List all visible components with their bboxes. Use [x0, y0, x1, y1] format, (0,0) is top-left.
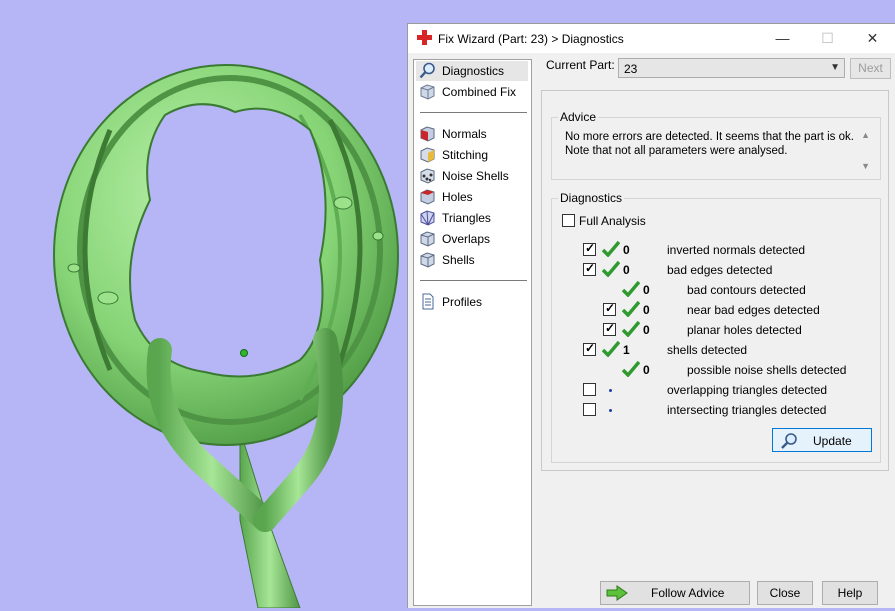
minimize-button[interactable]: —: [760, 24, 805, 53]
pending-dot-icon: [609, 389, 612, 392]
green-check-icon: [622, 361, 640, 377]
nav-item-diagnostics[interactable]: Diagnostics: [416, 61, 528, 81]
red-cross-icon: [417, 30, 432, 45]
follow-advice-button[interactable]: Follow Advice: [600, 581, 750, 605]
green-arrow-icon: [606, 585, 628, 601]
nav-item-holes[interactable]: Holes: [416, 187, 528, 207]
magnifier-icon: [781, 433, 797, 449]
shells-count: 1: [623, 343, 630, 357]
bad-edges-label: bad edges detected: [667, 263, 773, 277]
close-button[interactable]: Close: [757, 581, 813, 605]
normals-cube-icon: [420, 126, 435, 142]
green-check-icon: [622, 301, 640, 317]
advice-text-box[interactable]: No more errors are detected. It seems th…: [560, 128, 872, 176]
bad-edges-checkbox[interactable]: [583, 261, 596, 276]
advice-title: Advice: [558, 110, 599, 124]
inverted-normals-checkbox[interactable]: [583, 241, 596, 256]
stethoscope-model: [53, 64, 399, 609]
fix-wizard-dialog: Fix Wizard (Part: 23) > Diagnostics — ☐ …: [407, 23, 895, 608]
intersecting-triangles-label: intersecting triangles detected: [667, 403, 827, 417]
current-part-label: Current Part:: [546, 58, 615, 72]
update-label: Update: [813, 434, 852, 448]
update-button[interactable]: Update: [772, 428, 872, 452]
scroll-up-icon[interactable]: ▲: [861, 130, 870, 140]
nav-divider: [420, 280, 527, 281]
advice-line-1: No more errors are detected. It seems th…: [565, 131, 854, 143]
diagnostics-panel: Advice No more errors are detected. It s…: [541, 90, 889, 471]
nav-item-shells[interactable]: Shells: [416, 250, 528, 270]
chevron-down-icon: ▼: [830, 62, 840, 73]
pending-dot-icon: [609, 409, 612, 412]
green-check-icon: [622, 281, 640, 297]
near-bad-edges-label: near bad edges detected: [687, 303, 820, 317]
triangles-cube-icon: [420, 210, 435, 226]
intersecting-triangles-checkbox[interactable]: [583, 403, 596, 416]
nav-item-stitching[interactable]: Stitching: [416, 145, 528, 165]
shells-checkbox[interactable]: [583, 341, 596, 356]
follow-advice-label: Follow Advice: [651, 586, 725, 600]
maximize-button[interactable]: ☐: [805, 24, 850, 53]
bad-contours-label: bad contours detected: [687, 283, 806, 297]
planar-holes-label: planar holes detected: [687, 323, 802, 337]
overlaps-cube-icon: [420, 231, 435, 247]
shells-cube-icon: [420, 252, 435, 268]
cube-icon: [420, 84, 435, 100]
help-button[interactable]: Help: [822, 581, 878, 605]
dialog-title: Fix Wizard (Part: 23) > Diagnostics: [438, 32, 624, 46]
close-window-button[interactable]: ✕: [850, 24, 895, 53]
noise-cube-icon: [420, 168, 435, 184]
near-bad-edges-checkbox[interactable]: [603, 301, 616, 316]
advice-group: Advice No more errors are detected. It s…: [551, 110, 881, 180]
title-bar[interactable]: Fix Wizard (Part: 23) > Diagnostics — ☐ …: [408, 24, 895, 53]
nav-divider: [420, 112, 527, 113]
diagnostics-title: Diagnostics: [558, 191, 625, 205]
nav-item-triangles[interactable]: Triangles: [416, 208, 528, 228]
nav-item-noise-shells[interactable]: Noise Shells: [416, 166, 528, 186]
stitching-cube-icon: [420, 147, 435, 163]
3d-viewport[interactable]: [0, 0, 410, 609]
inverted-normals-label: inverted normals detected: [667, 243, 806, 257]
green-check-icon: [602, 261, 620, 277]
shells-label: shells detected: [667, 343, 748, 357]
near-bad-edges-count: 0: [643, 303, 650, 317]
magnifier-icon: [419, 62, 435, 79]
overlapping-triangles-label: overlapping triangles detected: [667, 383, 828, 397]
planar-holes-count: 0: [643, 323, 650, 337]
diagnostics-group: Diagnostics Full Analysis 0 inverted nor…: [551, 191, 881, 463]
inverted-normals-count: 0: [623, 243, 630, 257]
next-button[interactable]: Next: [850, 58, 891, 79]
wizard-nav: Diagnostics Combined Fix Normals Stitchi…: [413, 59, 532, 606]
nav-item-profiles[interactable]: Profiles: [416, 292, 528, 312]
bad-contours-count: 0: [643, 283, 650, 297]
current-part-value: 23: [624, 62, 638, 76]
green-check-icon: [602, 241, 620, 257]
advice-line-2: Note that not all parameters were analys…: [565, 145, 788, 157]
current-part-select[interactable]: 23 ▼: [618, 58, 845, 78]
noise-shells-label: possible noise shells detected: [687, 363, 847, 377]
full-analysis-label: Full Analysis: [579, 214, 646, 228]
scroll-down-icon[interactable]: ▼: [861, 161, 870, 171]
planar-holes-checkbox[interactable]: [603, 321, 616, 336]
green-check-icon: [622, 321, 640, 337]
overlapping-triangles-checkbox[interactable]: [583, 383, 596, 396]
noise-shells-count: 0: [643, 363, 650, 377]
bad-edges-count: 0: [623, 263, 630, 277]
nav-item-overlaps[interactable]: Overlaps: [416, 229, 528, 249]
full-analysis-checkbox[interactable]: [562, 214, 575, 227]
nav-item-normals[interactable]: Normals: [416, 124, 528, 144]
nav-item-combined-fix[interactable]: Combined Fix: [416, 82, 528, 102]
document-icon: [422, 293, 434, 310]
holes-cube-icon: [420, 189, 435, 205]
green-check-icon: [602, 341, 620, 357]
